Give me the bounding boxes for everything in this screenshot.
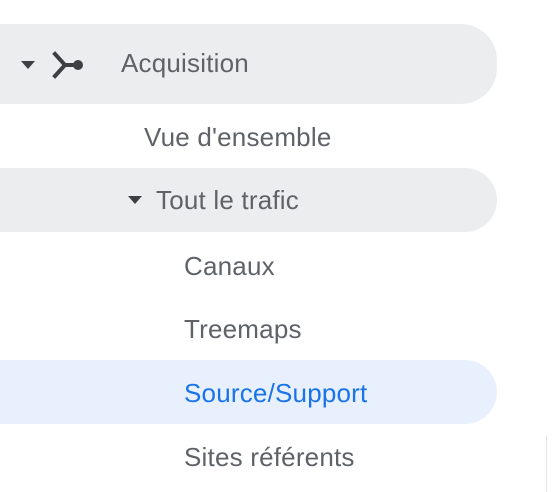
nav-item-source-support[interactable]: Source/Support [0, 360, 497, 424]
nav-item-label: Vue d'ensemble [144, 122, 332, 152]
nav-section-label: Acquisition [121, 48, 249, 78]
chevron-down-icon[interactable] [128, 196, 142, 204]
panel-divider [546, 436, 547, 492]
nav-item-canaux[interactable]: Canaux [0, 233, 497, 297]
nav-group-label: Tout le trafic [156, 185, 299, 215]
nav-item-label: Sites référents [184, 442, 355, 472]
chevron-down-icon[interactable] [21, 61, 35, 69]
nav-item-vue-d-ensemble[interactable]: Vue d'ensemble [0, 104, 497, 168]
acquisition-branch-icon [52, 51, 83, 79]
nav-item-sites-referents[interactable]: Sites référents [0, 424, 497, 488]
nav-item-treemaps[interactable]: Treemaps [0, 296, 497, 360]
nav-item-label: Canaux [184, 251, 275, 281]
nav-item-label: Source/Support [184, 378, 368, 408]
nav-group-tout-le-trafic[interactable]: Tout le trafic [0, 168, 497, 232]
nav-section-acquisition[interactable]: Acquisition [0, 24, 497, 104]
nav-item-label: Treemaps [184, 314, 302, 344]
